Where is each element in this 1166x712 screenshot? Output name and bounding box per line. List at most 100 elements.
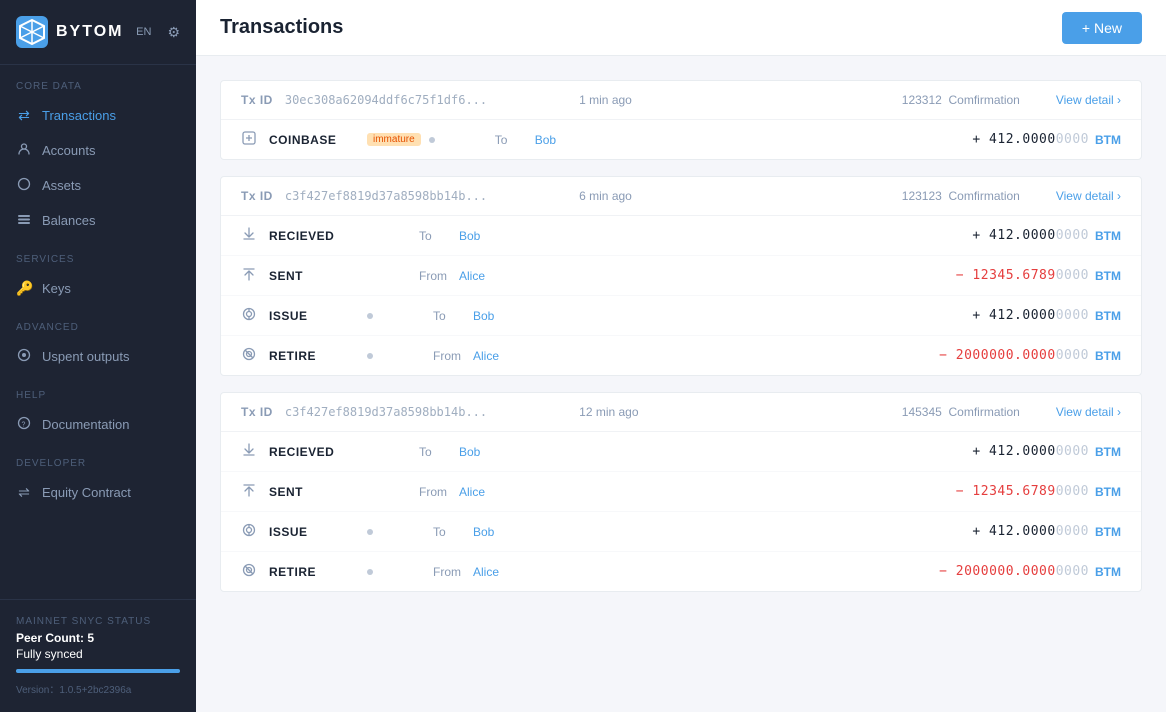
sidebar-item-transactions[interactable]: ⇄ Transactions [0, 98, 196, 133]
amount-sign: + [972, 524, 980, 539]
tx-type-label-1-3: RETIRE [269, 349, 359, 363]
amount-trailing: 0000 [1056, 132, 1089, 147]
tx-amount-1-1: − 12345.67890000 [956, 268, 1089, 283]
version-label: Version：1.0.5+2bc2396a [16, 681, 180, 696]
amount-trailing: 0000 [1056, 484, 1089, 499]
tx-type-icon-issue [241, 306, 261, 325]
tx-currency-1-1: BTM [1095, 269, 1121, 283]
sidebar-item-balances[interactable]: Balances [0, 203, 196, 238]
tx-type-icon-sent [241, 266, 261, 285]
tx-amount-0-0: + 412.00000000 [972, 132, 1089, 147]
tx-type-icon-received [241, 442, 261, 461]
amount-trailing: 0000 [1056, 564, 1089, 579]
tx-currency-1-2: BTM [1095, 309, 1121, 323]
tx-currency-1-0: BTM [1095, 229, 1121, 243]
tx-address-2-3[interactable]: Alice [473, 565, 523, 579]
tx-currency-0-0: BTM [1095, 133, 1121, 147]
tx-direction-2-0: To [419, 445, 459, 459]
tx-direction-2-2: To [433, 525, 473, 539]
tx-type-icon-sent [241, 482, 261, 501]
amount-main: 12345.6789 [964, 484, 1056, 499]
sidebar-item-unspent[interactable]: Uspent outputs [0, 339, 196, 374]
tx-amount-2-1: − 12345.67890000 [956, 484, 1089, 499]
tx-type-icon-received [241, 226, 261, 245]
tx-address-1-3[interactable]: Alice [473, 349, 523, 363]
tx-time-2: 12 min ago [579, 405, 638, 419]
sidebar: BYTOM EN ⚙ CORE DATA ⇄ Transactions Acco… [0, 0, 196, 712]
tx-time-1: 6 min ago [579, 189, 632, 203]
view-detail-link-0[interactable]: View detail › [1056, 93, 1121, 107]
tx-type-label-0-0: COINBASE [269, 133, 359, 147]
tx-amount-2-0: + 412.00000000 [972, 444, 1089, 459]
view-detail-link-2[interactable]: View detail › [1056, 405, 1121, 419]
tx-type-icon-issue [241, 522, 261, 541]
view-detail-link-1[interactable]: View detail › [1056, 189, 1121, 203]
amount-trailing: 0000 [1056, 228, 1089, 243]
tx-address-1-2[interactable]: Bob [473, 309, 523, 323]
amount-main: 12345.6789 [964, 268, 1056, 283]
tx-address-0-0[interactable]: Bob [535, 133, 585, 147]
sidebar-item-equity[interactable]: ⇌ Equity Contract [0, 475, 196, 510]
amount-sign: + [972, 444, 980, 459]
amount-trailing: 0000 [1056, 268, 1089, 283]
tx-row-1-2: ISSUE To Bob + 412.00000000 BTM [221, 296, 1141, 336]
amount-sign: + [972, 228, 980, 243]
amount-main: 412.0000 [981, 444, 1056, 459]
assets-icon [16, 177, 32, 194]
sidebar-item-label: Documentation [42, 417, 129, 432]
tx-address-2-1[interactable]: Alice [459, 485, 509, 499]
tx-direction-0-0: To [495, 133, 535, 147]
tx-direction-2-3: From [433, 565, 473, 579]
tx-currency-2-1: BTM [1095, 485, 1121, 499]
amount-trailing: 0000 [1056, 348, 1089, 363]
tx-id-label: Tx ID [241, 405, 273, 419]
tx-address-2-0[interactable]: Bob [459, 445, 509, 459]
amount-sign: − [956, 484, 964, 499]
tx-amount-2-3: − 2000000.00000000 [939, 564, 1089, 579]
tx-row-1-0: RECIEVED To Bob + 412.00000000 BTM [221, 216, 1141, 256]
amount-main: 412.0000 [981, 132, 1056, 147]
tx-confirmations-2: 145345 Comfirmation [902, 405, 1020, 419]
sidebar-item-documentation[interactable]: ? Documentation [0, 407, 196, 442]
sidebar-item-label: Balances [42, 213, 95, 228]
tx-address-1-1[interactable]: Alice [459, 269, 509, 283]
tx-amount-1-0: + 412.00000000 [972, 228, 1089, 243]
logo-area: BYTOM EN ⚙ [0, 0, 196, 65]
settings-icon[interactable]: ⚙ [167, 24, 180, 41]
sync-label: MAINNET SNYC STATUS [16, 616, 180, 627]
tx-currency-2-2: BTM [1095, 525, 1121, 539]
section-label-advanced: ADVANCED [0, 306, 196, 339]
tx-id-value-2: c3f427ef8819d37a8598bb14b... [285, 405, 487, 419]
tx-dot [367, 313, 373, 319]
tx-address-1-0[interactable]: Bob [459, 229, 509, 243]
tx-confirmations-0: 123312 Comfirmation [902, 93, 1020, 107]
tx-type-label-2-0: RECIEVED [269, 445, 359, 459]
tx-card-2: Tx ID c3f427ef8819d37a8598bb14b... 12 mi… [220, 392, 1142, 592]
tx-type-label-2-2: ISSUE [269, 525, 359, 539]
tx-address-2-2[interactable]: Bob [473, 525, 523, 539]
sync-bar-background [16, 669, 180, 673]
new-button[interactable]: + New [1062, 12, 1142, 44]
equity-icon: ⇌ [16, 484, 32, 501]
tx-card-1: Tx ID c3f427ef8819d37a8598bb14b... 6 min… [220, 176, 1142, 376]
section-label-services: SERVICES [0, 238, 196, 271]
sidebar-item-assets[interactable]: Assets [0, 168, 196, 203]
sidebar-item-accounts[interactable]: Accounts [0, 133, 196, 168]
tx-currency-2-0: BTM [1095, 445, 1121, 459]
sidebar-footer: MAINNET SNYC STATUS Peer Count: 5 Fully … [0, 599, 196, 712]
sidebar-item-keys[interactable]: 🔑 Keys [0, 271, 196, 306]
tx-header-1: Tx ID c3f427ef8819d37a8598bb14b... 6 min… [221, 177, 1141, 216]
language-button[interactable]: EN [136, 26, 151, 38]
amount-sign: + [972, 132, 980, 147]
sync-status: Fully synced [16, 647, 180, 661]
tx-type-icon-coinbase [241, 130, 261, 149]
tx-header-2: Tx ID c3f427ef8819d37a8598bb14b... 12 mi… [221, 393, 1141, 432]
tx-confirmations-1: 123123 Comfirmation [902, 189, 1020, 203]
tx-dot [367, 569, 373, 575]
sync-peer-count: Peer Count: 5 [16, 631, 180, 645]
section-label-developer: DEVELOPER [0, 442, 196, 475]
amount-trailing: 0000 [1056, 444, 1089, 459]
tx-amount-2-2: + 412.00000000 [972, 524, 1089, 539]
tx-dot [429, 137, 435, 143]
tx-dot [367, 529, 373, 535]
